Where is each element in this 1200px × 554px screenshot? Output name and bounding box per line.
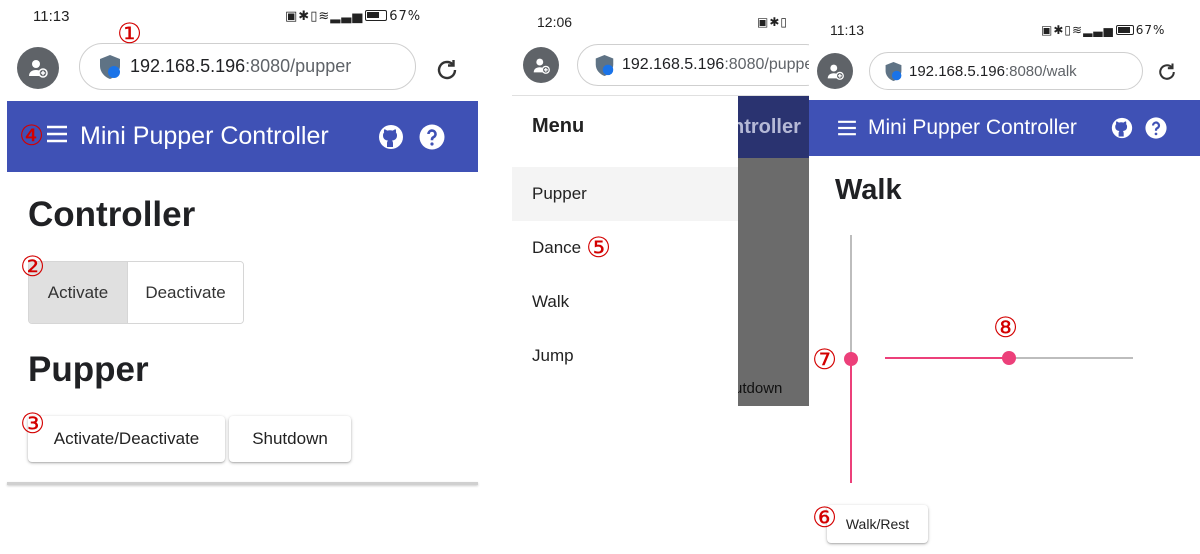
menu-drawer-screenshot: 12:06 ▣✱▯ 192.168.5.196:8080/puppe Menu … <box>512 0 809 554</box>
bluetooth-icon: ✱ <box>298 9 311 24</box>
menu-item-walk[interactable]: Walk <box>512 275 738 329</box>
help-icon[interactable] <box>419 124 445 150</box>
pupper-heading: Pupper <box>28 350 149 389</box>
reload-icon[interactable] <box>1155 60 1179 84</box>
navigation-drawer: Menu Pupper Dance Walk Jump <box>512 96 738 406</box>
battery-level: 67% <box>389 9 422 24</box>
card-bottom-edge <box>7 482 478 485</box>
profile-avatar-icon[interactable] <box>523 47 559 83</box>
walk-heading: Walk <box>835 174 902 206</box>
dimmed-app-title: ntroller <box>738 116 801 138</box>
menu-item-dance[interactable]: Dance <box>512 221 738 275</box>
vibrate-icon: ▯ <box>780 15 789 29</box>
address-bar[interactable]: 192.168.5.196:8080/puppe <box>577 44 809 86</box>
bluetooth-icon: ✱ <box>1053 23 1065 37</box>
annotation-marker-3: ③ <box>20 407 46 440</box>
app-title: Mini Pupper Controller <box>868 116 1077 139</box>
drawer-scrim[interactable]: ntroller utdown <box>738 96 809 406</box>
hamburger-menu-icon[interactable] <box>837 120 857 141</box>
annotation-marker-8: ⑧ <box>993 311 1019 344</box>
shield-icon <box>594 54 615 77</box>
hamburger-menu-icon[interactable] <box>46 125 68 148</box>
status-icons: ▣✱▯≋▂▃▅ 67% <box>1041 23 1165 37</box>
controller-toggle-group: Activate Deactivate <box>28 261 244 324</box>
app-title: Mini Pupper Controller <box>80 122 329 150</box>
walk-rest-button[interactable]: Walk/Rest <box>827 505 928 543</box>
activate-deactivate-button[interactable]: Activate/Deactivate <box>28 416 225 462</box>
status-icons: ▣✱▯ <box>757 15 788 29</box>
wifi-icon: ≋ <box>318 9 331 24</box>
nfc-icon: ▣ <box>285 9 299 24</box>
status-icons: ▣✱▯≋▂▃▅ 67% <box>285 9 421 24</box>
deactivate-button[interactable]: Deactivate <box>128 262 243 323</box>
reload-icon[interactable] <box>432 55 462 85</box>
wifi-icon: ≋ <box>1072 23 1084 37</box>
annotation-marker-5: ⑤ <box>586 231 612 264</box>
pupper-page-screenshot: 11:13 ▣✱▯≋▂▃▅ 67% 192.168.5.196:8080/pupp… <box>0 0 486 554</box>
controller-heading: Controller <box>28 195 196 234</box>
vertical-slider[interactable] <box>839 235 863 483</box>
status-time: 11:13 <box>33 8 70 25</box>
url-host: 192.168.5.196 <box>130 56 246 76</box>
vibrate-icon: ▯ <box>1064 23 1073 37</box>
github-icon[interactable] <box>1111 117 1133 139</box>
profile-avatar-icon[interactable] <box>817 53 853 89</box>
annotation-marker-1: ① <box>117 17 143 50</box>
url-path: :8080/pupper <box>245 56 352 76</box>
help-icon[interactable] <box>1145 117 1167 139</box>
github-icon[interactable] <box>378 124 404 150</box>
app-bar: Mini Pupper Controller <box>7 101 478 172</box>
url-host: 192.168.5.196 <box>622 56 725 73</box>
app-bar: Mini Pupper Controller <box>809 100 1200 156</box>
annotation-marker-4: ④ <box>19 119 45 152</box>
battery-icon <box>1115 25 1134 35</box>
url-path: :8080/walk <box>1004 62 1077 80</box>
drawer-title: Menu <box>532 115 585 137</box>
shield-icon <box>98 54 122 80</box>
shield-icon <box>884 61 903 82</box>
signal-icon: ▂▃▅ <box>1083 23 1114 37</box>
status-time: 12:06 <box>537 14 573 30</box>
status-time: 11:13 <box>830 22 864 38</box>
battery-level: 67% <box>1135 23 1166 37</box>
nfc-icon: ▣ <box>1041 23 1054 37</box>
signal-icon: ▂▃▅ <box>330 9 364 24</box>
shutdown-button[interactable]: Shutdown <box>229 416 351 462</box>
address-bar[interactable]: 192.168.5.196:8080/walk <box>869 52 1143 90</box>
horizontal-slider-track <box>885 357 1009 359</box>
vertical-slider-track <box>850 359 852 483</box>
url-path: :8080/puppe <box>724 56 809 73</box>
horizontal-slider[interactable] <box>885 346 1133 370</box>
annotation-marker-6: ⑥ <box>812 501 838 534</box>
menu-item-jump[interactable]: Jump <box>512 329 738 383</box>
dimmed-shutdown-label: utdown <box>738 380 783 397</box>
vertical-slider-thumb[interactable] <box>844 352 858 366</box>
nfc-icon: ▣ <box>757 15 770 29</box>
menu-item-pupper[interactable]: Pupper <box>512 167 738 221</box>
walk-page-screenshot: 11:13 ▣✱▯≋▂▃▅ 67% 192.168.5.196:8080/walk… <box>809 0 1200 554</box>
address-bar[interactable]: 192.168.5.196:8080/pupper <box>79 43 416 90</box>
profile-avatar-icon[interactable] <box>17 47 59 89</box>
annotation-marker-7: ⑦ <box>812 343 838 376</box>
battery-icon <box>365 10 388 21</box>
bluetooth-icon: ✱ <box>769 15 781 29</box>
url-host: 192.168.5.196 <box>909 62 1005 80</box>
annotation-marker-2: ② <box>20 250 46 283</box>
horizontal-slider-thumb[interactable] <box>1002 351 1016 365</box>
